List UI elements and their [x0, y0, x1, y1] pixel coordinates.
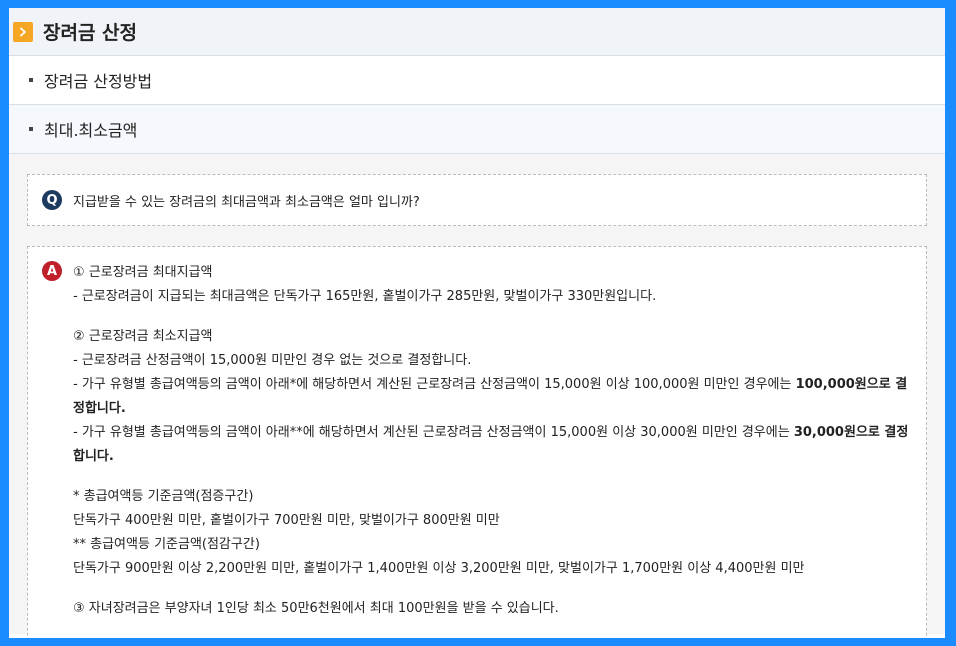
bullet-icon	[29, 127, 33, 131]
chevron-right-icon	[13, 21, 33, 42]
menu-item-max-min-amount[interactable]: 최대.최소금액	[9, 105, 945, 154]
answer-section-3-line: ③ 자녀장려금은 부양자녀 1인당 최소 50만6천원에서 최대 100만원을 …	[73, 601, 559, 616]
answer-box: A ① 근로장려금 최대지급액 - 근로장려금이 지급되는 최대금액은 단독가구…	[27, 246, 927, 638]
question-text: 지급받을 수 있는 장려금의 최대금액과 최소금액은 얼마 입니까?	[73, 194, 420, 210]
menu-item-label: 장려금 산정방법	[44, 72, 153, 91]
answer-section-1-title: ① 근로장려금 최대지급액	[73, 265, 213, 280]
note-1-title: * 총급여액등 기준금액(점증구간)	[73, 489, 254, 504]
faq-panel: 장려금 산정 장려금 산정방법 최대.최소금액 Q 지급받을 수 있는 장려금의…	[9, 8, 945, 638]
section-header: 장려금 산정	[9, 8, 945, 56]
answer-section-2-line-2: - 가구 유형별 총급여액등의 금액이 아래*에 해당하면서 계산된 근로장려금…	[73, 373, 912, 421]
answer-section-2-line-1: - 근로장려금 산정금액이 15,000원 미만인 경우 없는 것으로 결정합니…	[73, 353, 472, 368]
bullet-icon	[29, 78, 33, 82]
note-2-line: 단독가구 900만원 이상 2,200만원 미만, 홑벌이가구 1,400만원 …	[73, 561, 805, 576]
question-badge-icon: Q	[42, 190, 62, 210]
menu-item-label: 최대.최소금액	[44, 121, 138, 140]
answer-badge-icon: A	[42, 261, 62, 281]
question-box: Q 지급받을 수 있는 장려금의 최대금액과 최소금액은 얼마 입니까?	[27, 174, 927, 226]
answer-text: - 가구 유형별 총급여액등의 금액이 아래**에 해당하면서 계산된 근로장려…	[73, 425, 794, 440]
answer-section-2-line-3: - 가구 유형별 총급여액등의 금액이 아래**에 해당하면서 계산된 근로장려…	[73, 421, 912, 469]
faq-content: Q 지급받을 수 있는 장려금의 최대금액과 최소금액은 얼마 입니까? A ①…	[9, 154, 945, 638]
note-2-title: ** 총급여액등 기준금액(점감구간)	[73, 537, 260, 552]
answer-section-1-line: - 근로장려금이 지급되는 최대금액은 단독가구 165만원, 홑벌이가구 28…	[73, 289, 657, 304]
menu-item-calculation-method[interactable]: 장려금 산정방법	[9, 56, 945, 105]
answer-body: ① 근로장려금 최대지급액 - 근로장려금이 지급되는 최대금액은 단독가구 1…	[73, 261, 912, 638]
answer-section-2-title: ② 근로장려금 최소지급액	[73, 329, 213, 344]
note-1-line: 단독가구 400만원 미만, 홑벌이가구 700만원 미만, 맞벌이가구 800…	[73, 513, 500, 528]
answer-text: - 가구 유형별 총급여액등의 금액이 아래*에 해당하면서 계산된 근로장려금…	[73, 377, 796, 392]
section-title: 장려금 산정	[43, 22, 138, 44]
